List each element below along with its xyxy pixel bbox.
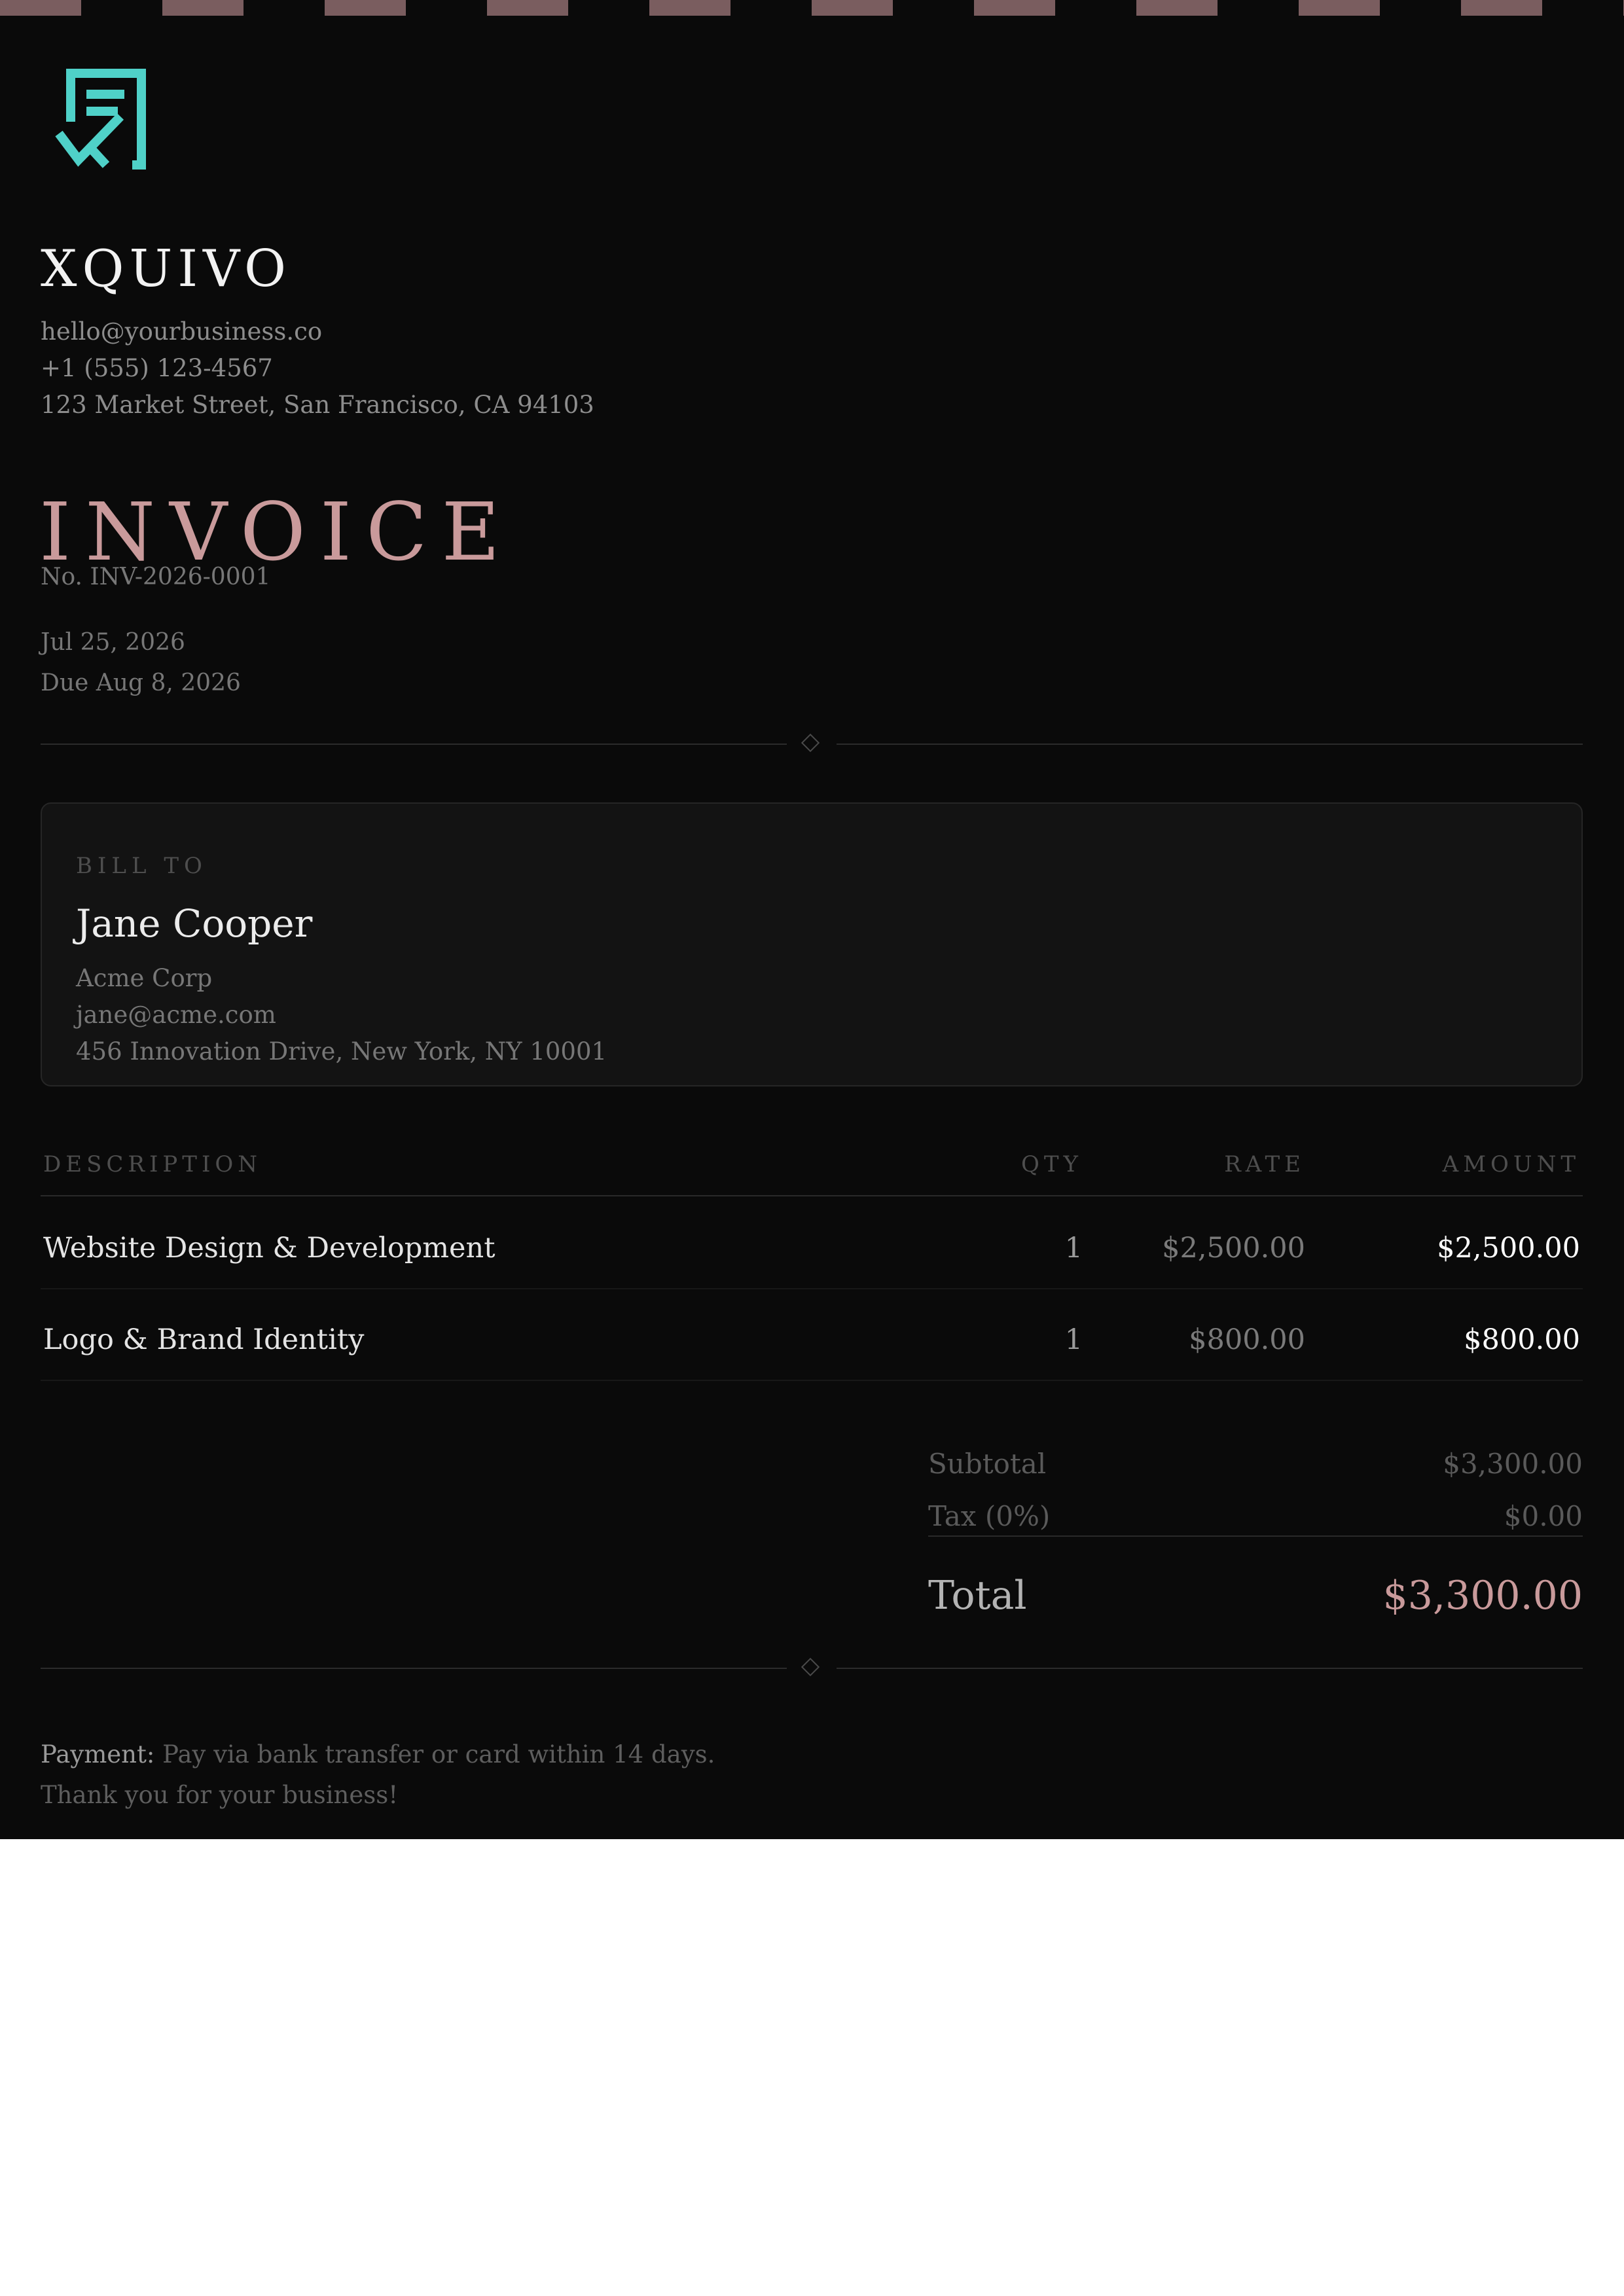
business-email[interactable]: hello@yourbusiness.co [41, 319, 322, 344]
stripe-segment [812, 0, 893, 16]
client-address: 456 Innovation Drive, New York, NY 10001 [76, 1037, 607, 1066]
business-phone[interactable]: +1 (555) 123-4567 [41, 356, 273, 380]
item-qty: 1 [1064, 1323, 1083, 1356]
stripe-segment [649, 0, 731, 16]
divider-line [41, 1668, 787, 1669]
invoice-page: XQUIVO hello@yourbusiness.co +1 (555) 12… [0, 0, 1624, 1839]
stripe-segment [162, 0, 244, 16]
payment-text: Pay via bank transfer or card within 14 … [162, 1740, 715, 1768]
stripe-segment [325, 0, 406, 16]
stripe-segment [487, 0, 568, 16]
top-stripe-border [0, 0, 1624, 16]
client-name: Jane Cooper [76, 901, 313, 946]
stripe-segment [1461, 0, 1542, 16]
invoice-number: No. INV-2026-0001 [41, 564, 271, 590]
subtotal-value: $3,300.00 [1443, 1448, 1583, 1480]
column-header-qty: QTY [1021, 1151, 1083, 1177]
item-amount: $2,500.00 [1437, 1232, 1580, 1265]
business-name: XQUIVO [41, 240, 291, 298]
item-rate: $2,500.00 [1162, 1232, 1305, 1265]
item-description: Logo & Brand Identity [43, 1323, 365, 1356]
total-label: Total [928, 1573, 1027, 1619]
item-qty: 1 [1064, 1232, 1083, 1265]
subtotal-label: Subtotal [928, 1448, 1047, 1480]
item-description: Website Design & Development [43, 1232, 496, 1265]
stripe-segment [974, 0, 1055, 16]
business-address: 123 Market Street, San Francisco, CA 941… [41, 391, 594, 419]
diamond-icon [801, 1657, 820, 1677]
client-company: Acme Corp [76, 964, 213, 992]
bill-to-label: BILL TO [76, 853, 208, 879]
receipt-check-icon [55, 69, 146, 170]
table-row: Website Design & Development 1 $2,500.00… [41, 1198, 1583, 1289]
tax-value: $0.00 [1504, 1500, 1583, 1532]
totals-separator [928, 1535, 1583, 1537]
divider-line [837, 1668, 1583, 1669]
divider-line [837, 744, 1583, 745]
column-header-amount: AMOUNT [1442, 1151, 1580, 1177]
column-header-rate: RATE [1224, 1151, 1305, 1177]
total-value: $3,300.00 [1382, 1573, 1583, 1619]
line-items-header: DESCRIPTION QTY RATE AMOUNT [41, 1153, 1583, 1196]
invoice-title: INVOICE [39, 486, 514, 579]
invoice-due-date: Due Aug 8, 2026 [41, 670, 241, 696]
stripe-segment [0, 0, 81, 16]
stripe-segment [1299, 0, 1380, 16]
thank-you-note: Thank you for your business! [41, 1781, 399, 1809]
bill-to-card: BILL TO Jane Cooper Acme Corp jane@acme.… [41, 802, 1583, 1086]
diamond-icon [801, 733, 820, 753]
stripe-segment [1136, 0, 1218, 16]
tax-label: Tax (0%) [928, 1500, 1051, 1532]
column-header-description: DESCRIPTION [43, 1151, 262, 1177]
payment-note: Payment: Pay via bank transfer or card w… [41, 1742, 715, 1767]
table-row: Logo & Brand Identity 1 $800.00 $800.00 [41, 1289, 1583, 1381]
item-rate: $800.00 [1189, 1323, 1305, 1356]
item-amount: $800.00 [1464, 1323, 1580, 1356]
payment-label: Payment: [41, 1740, 155, 1768]
client-email[interactable]: jane@acme.com [76, 1003, 276, 1027]
invoice-date: Jul 25, 2026 [41, 629, 185, 656]
divider-line [41, 744, 787, 745]
